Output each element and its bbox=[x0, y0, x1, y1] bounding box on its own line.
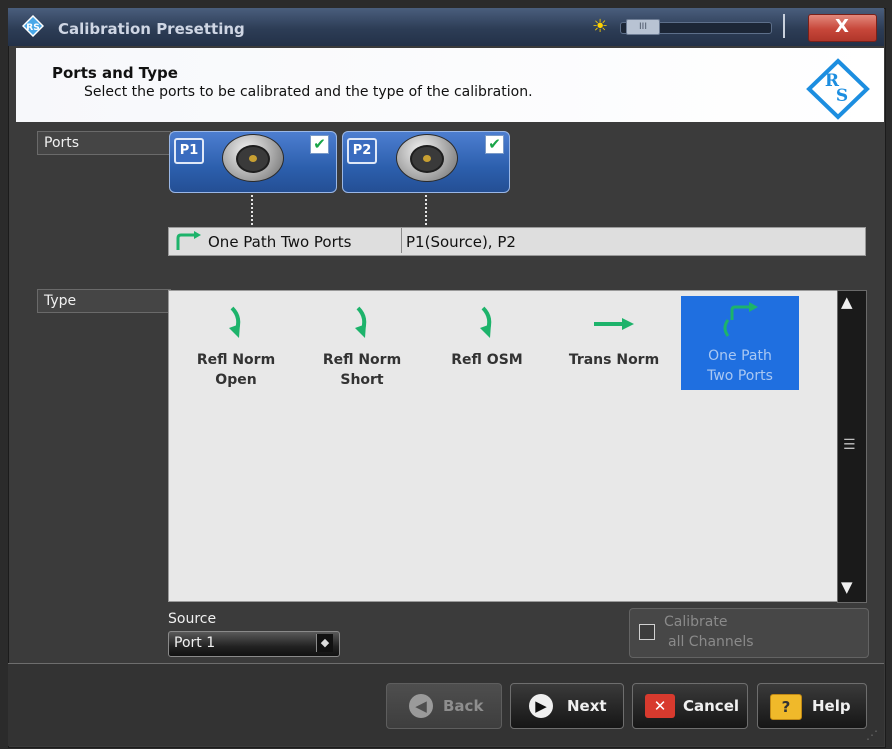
type-label: One Path Two Ports bbox=[707, 348, 773, 384]
help-icon: ? bbox=[770, 694, 802, 720]
rs-app-icon: RS bbox=[22, 15, 44, 37]
cancel-x-icon: ✕ bbox=[645, 694, 675, 718]
type-label: Trans Norm bbox=[568, 352, 660, 368]
port-p1-checkbox[interactable]: ✔ bbox=[310, 135, 329, 154]
type-refl-norm-open[interactable]: Refl Norm Open bbox=[177, 300, 295, 390]
back-button[interactable]: ◀ Back bbox=[386, 683, 502, 729]
path-type-name: One Path Two Ports bbox=[208, 233, 352, 251]
window-title: Calibration Presetting bbox=[58, 20, 245, 38]
type-label: Refl OSM bbox=[451, 352, 523, 368]
scroll-up-arrow-icon[interactable]: ▲ bbox=[841, 293, 853, 311]
page-title: Ports and Type bbox=[52, 64, 178, 82]
help-button[interactable]: ? Help bbox=[757, 683, 867, 729]
scroll-down-arrow-icon[interactable]: ▼ bbox=[841, 578, 853, 596]
next-arrow-icon: ▶ bbox=[529, 694, 553, 718]
brightness-icon: ☀ bbox=[592, 16, 609, 37]
resize-grip-icon[interactable]: ⋰ bbox=[866, 728, 878, 742]
rohde-schwarz-logo: R S bbox=[806, 58, 870, 120]
one-path-arrow-icon bbox=[723, 302, 758, 337]
type-label: Refl Norm Open bbox=[196, 352, 276, 388]
type-refl-osm[interactable]: Refl OSM bbox=[428, 300, 546, 370]
svg-text:RS: RS bbox=[26, 23, 39, 33]
type-section-label: Type bbox=[37, 289, 171, 313]
type-label: Refl Norm Short bbox=[322, 352, 402, 388]
port-p2-link-line bbox=[425, 195, 427, 225]
back-arrow-icon: ◀ bbox=[409, 694, 433, 718]
brightness-slider-thumb[interactable]: III bbox=[626, 19, 660, 35]
connector-pin bbox=[423, 155, 431, 162]
ports-section-label: Ports bbox=[37, 131, 171, 155]
next-button-label: Next bbox=[567, 697, 607, 715]
port-p2-checkbox[interactable]: ✔ bbox=[485, 135, 504, 154]
type-trans-norm[interactable]: Trans Norm bbox=[555, 300, 673, 370]
source-select-value: Port 1 bbox=[174, 635, 216, 651]
type-refl-norm-short[interactable]: Refl Norm Short bbox=[303, 300, 421, 390]
reflect-arrow-icon bbox=[355, 306, 367, 338]
page-description: Select the ports to be calibrated and th… bbox=[84, 84, 533, 100]
reflect-arrow-icon bbox=[480, 306, 492, 338]
scroll-thumb-grip-icon[interactable]: ☰ bbox=[843, 437, 856, 453]
help-button-label: Help bbox=[812, 697, 851, 715]
type-one-path-two-ports[interactable]: One Path Two Ports bbox=[681, 296, 799, 390]
title-separator bbox=[783, 14, 785, 38]
close-icon: X bbox=[835, 16, 849, 37]
back-button-label: Back bbox=[443, 697, 484, 715]
path-bar-divider bbox=[401, 228, 402, 253]
calibrate-all-label-line1: Calibrate bbox=[664, 614, 728, 630]
port-p1-link-line bbox=[251, 195, 253, 225]
path-ports-list: P1(Source), P2 bbox=[406, 233, 516, 251]
cancel-button-label: Cancel bbox=[683, 697, 740, 715]
cancel-button[interactable]: ✕ Cancel bbox=[632, 683, 748, 729]
one-path-arrow-icon bbox=[176, 231, 201, 250]
connector-pin bbox=[249, 155, 257, 162]
source-label: Source bbox=[168, 611, 217, 627]
calibrate-all-channels-checkbox[interactable] bbox=[639, 624, 655, 640]
port-p1-tag: P1 bbox=[174, 138, 204, 164]
svg-text:S: S bbox=[836, 86, 848, 106]
select-updown-icon[interactable]: ◆ bbox=[316, 634, 333, 652]
reflect-arrow-icon bbox=[229, 306, 241, 338]
next-button[interactable]: ▶ Next bbox=[510, 683, 624, 729]
port-p2-tag: P2 bbox=[347, 138, 377, 164]
transmission-arrow-icon bbox=[594, 318, 634, 330]
calibrate-all-label-line2: all Channels bbox=[668, 634, 754, 650]
close-button[interactable]: X bbox=[808, 14, 877, 42]
